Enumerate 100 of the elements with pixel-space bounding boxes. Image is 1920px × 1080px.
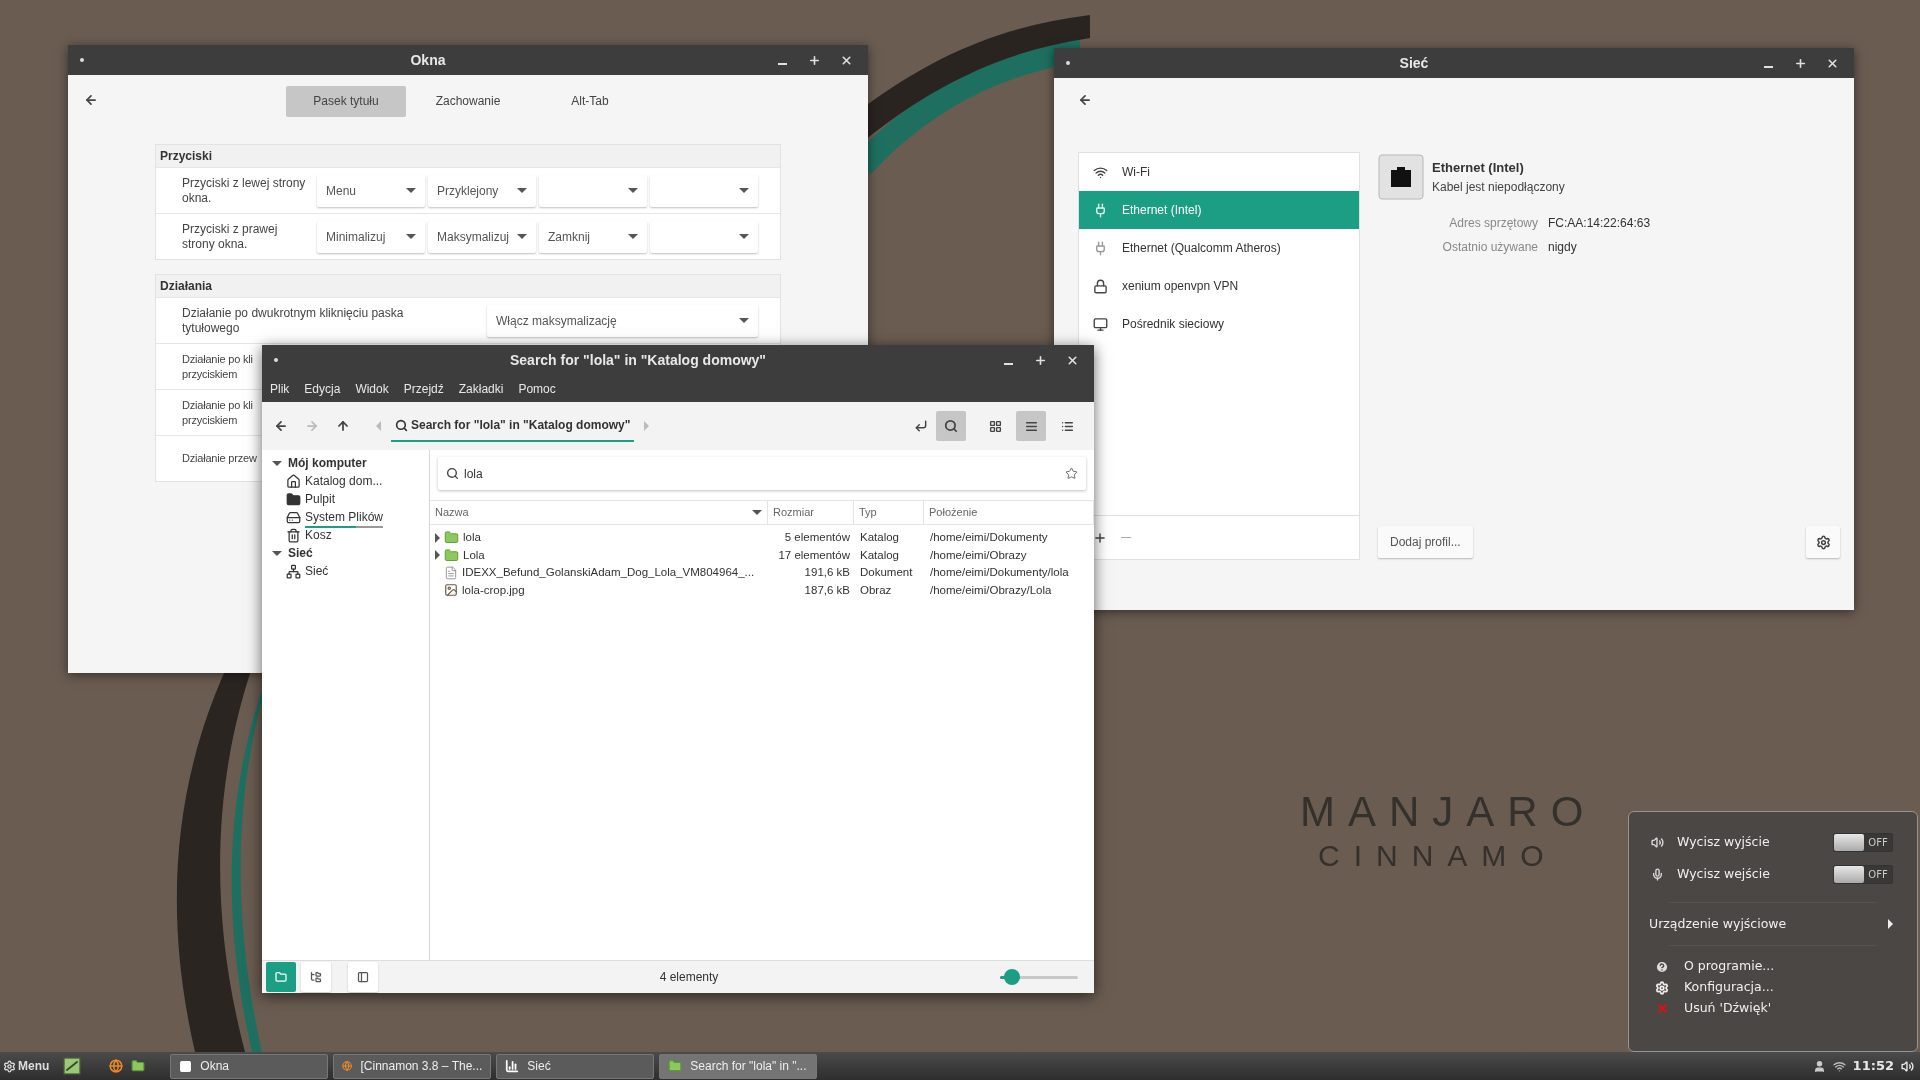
taskbar-window-button[interactable]: [Cinnamon 3.8 – The... xyxy=(333,1053,492,1079)
file-size: 17 elementów xyxy=(777,547,851,563)
column-header[interactable]: Położenie xyxy=(924,501,1094,524)
menu-item[interactable]: Plik xyxy=(270,379,290,398)
toggle-switch[interactable]: OFF xyxy=(1833,832,1893,852)
menu-item[interactable]: Zakładki xyxy=(458,379,504,398)
close-icon xyxy=(1065,353,1079,367)
setting-label: Przyciski z lewej strony okna. xyxy=(182,175,306,206)
menu-item[interactable]: Wycisz wejście xyxy=(1677,864,1833,884)
file-location: /home/eimi/Obrazy xyxy=(929,547,1028,563)
clock[interactable]: 11:52 xyxy=(1852,1056,1894,1076)
window-icon xyxy=(179,1059,193,1073)
sidebar-heading[interactable]: Sieć xyxy=(288,544,313,562)
menu-item[interactable]: Edycja xyxy=(304,379,341,398)
menu-item[interactable]: Wycisz wyjście xyxy=(1677,832,1833,852)
taskbar-window-button[interactable]: Sieć xyxy=(496,1053,655,1079)
submenu-item[interactable]: Urządzenie wyjściowe xyxy=(1649,914,1888,934)
grid-icon xyxy=(988,419,1002,433)
connection-item[interactable]: xenium openvpn VPN xyxy=(1079,267,1359,305)
toggle-sidebar-button[interactable] xyxy=(348,962,378,992)
search-icon xyxy=(446,467,459,480)
maximize-icon xyxy=(1033,353,1047,367)
tab[interactable]: Pasek tytułu xyxy=(286,85,406,117)
back-button[interactable] xyxy=(1078,93,1092,107)
file-size: 5 elementów xyxy=(783,530,851,546)
menu-button[interactable]: Menu xyxy=(0,1052,56,1080)
column-header[interactable]: Rozmiar xyxy=(768,501,854,524)
dropdown[interactable]: Włącz maksymalizację xyxy=(487,304,758,337)
menu-item[interactable]: Konfiguracja... xyxy=(1684,978,1774,997)
view-button[interactable] xyxy=(1016,411,1046,441)
caret-icon xyxy=(628,188,638,193)
setting-label: Przyciski z prawej strony okna. xyxy=(182,221,278,252)
user-icon[interactable] xyxy=(1812,1059,1826,1073)
launcher-button[interactable] xyxy=(109,1059,124,1073)
menu-item[interactable]: Usuń 'Dźwięk' xyxy=(1684,999,1772,1018)
sidebar-item[interactable]: System Plików xyxy=(305,508,384,526)
caret-icon xyxy=(517,234,527,239)
caret-icon xyxy=(517,188,527,193)
dropdown[interactable]: Minimalizuj xyxy=(317,220,425,253)
launcher-button[interactable] xyxy=(131,1059,146,1073)
speaker-icon xyxy=(1651,835,1664,849)
connection-item[interactable]: Wi-Fi xyxy=(1079,153,1359,191)
zoom-slider[interactable] xyxy=(1000,969,1078,985)
menu-item[interactable]: Przejdź xyxy=(403,379,444,398)
sidebar-heading[interactable]: Mój komputer xyxy=(288,454,367,472)
wifi-icon[interactable] xyxy=(1832,1059,1846,1073)
speaker-icon[interactable] xyxy=(1901,1059,1914,1073)
property-label: Adres sprzętowy xyxy=(1448,215,1538,232)
window-title: Okna xyxy=(409,50,447,70)
minus-icon xyxy=(1121,536,1131,539)
breadcrumb[interactable]: Search for "lola" in "Katalog domowy" xyxy=(391,410,635,442)
slider-thumb[interactable] xyxy=(1003,969,1020,985)
search-field[interactable]: lola xyxy=(438,457,1086,490)
wifi-icon xyxy=(1093,164,1108,180)
dropdown[interactable]: Przyklejony xyxy=(428,174,536,207)
property-label: Ostatnio używane xyxy=(1441,239,1538,256)
taskbar-window-button[interactable]: Okna xyxy=(170,1053,329,1079)
tab[interactable]: Zachowanie xyxy=(408,85,528,117)
settings-button[interactable] xyxy=(1806,526,1840,558)
back-button[interactable] xyxy=(84,93,98,107)
tab[interactable]: Alt-Tab xyxy=(530,85,650,117)
toggle-switch[interactable]: OFF xyxy=(1833,864,1893,884)
file-location: /home/eimi/Dokumenty xyxy=(929,530,1049,546)
add-connection-button[interactable] xyxy=(1093,530,1107,545)
menu-item[interactable]: O programie... xyxy=(1684,957,1775,976)
tree-icon xyxy=(310,971,322,983)
sidebar-item[interactable]: Kosz xyxy=(305,526,332,544)
launcher-button[interactable] xyxy=(63,1057,82,1075)
connection-item[interactable]: Ethernet (Qualcomm Atheros) xyxy=(1079,229,1359,267)
file-location: /home/eimi/Dokumenty/lola xyxy=(929,565,1070,581)
sidebar-mode-button[interactable] xyxy=(301,962,331,992)
forward-icon xyxy=(305,419,319,433)
sidebar-item[interactable]: Pulpit xyxy=(305,490,336,508)
signal-icon xyxy=(505,1059,520,1073)
folder-icon xyxy=(668,1059,683,1073)
globe-icon xyxy=(109,1059,124,1073)
taskbar-window-button[interactable]: Search for "lola" in "... xyxy=(659,1053,818,1079)
dropdown[interactable]: Maksymalizuj xyxy=(428,220,536,253)
help-icon xyxy=(1655,959,1669,974)
file-type: Obraz xyxy=(859,582,893,598)
sidebar-item[interactable]: Sieć xyxy=(305,562,329,580)
dropdown[interactable]: Menu xyxy=(317,174,425,207)
menu-item[interactable]: Pomoc xyxy=(518,379,556,398)
column-header[interactable]: Typ xyxy=(854,501,924,524)
add-profile-button[interactable]: Dodaj profil... xyxy=(1378,526,1473,558)
connection-item[interactable]: Pośrednik sieciowy xyxy=(1079,305,1359,343)
menu-item[interactable]: Widok xyxy=(355,379,389,398)
column-header[interactable]: Nazwa xyxy=(430,501,768,524)
close-icon xyxy=(1825,56,1839,70)
trash-icon xyxy=(286,527,301,543)
return-arrow-icon xyxy=(914,419,928,433)
caret-icon xyxy=(406,234,416,239)
window-title: Search for "lola" in "Katalog domowy" xyxy=(508,350,767,370)
dropdown[interactable]: Zamknij xyxy=(539,220,647,253)
search-button[interactable] xyxy=(936,411,966,441)
sidebar-item[interactable]: Katalog dom... xyxy=(305,472,383,490)
file-type: Katalog xyxy=(859,547,900,563)
plus-icon xyxy=(1093,530,1107,545)
file-size: 187,6 kB xyxy=(803,582,851,598)
minimize-icon xyxy=(1003,363,1013,365)
